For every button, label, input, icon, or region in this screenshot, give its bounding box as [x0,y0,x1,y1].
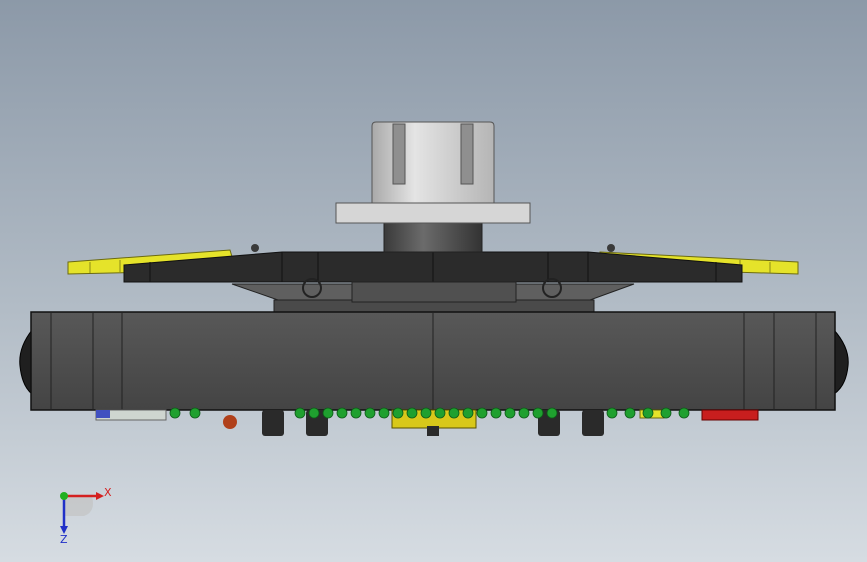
bead [448,407,460,419]
bead [642,407,654,419]
mount-bracket [231,278,635,313]
bead [336,407,348,419]
bead [546,407,558,419]
main-body [30,311,836,411]
left-wheel [19,328,33,396]
bead [462,407,474,419]
x-axis-arrowhead [96,492,104,500]
orientation-triad[interactable]: X Z [48,482,118,544]
bead [476,407,488,419]
bead [322,407,334,419]
bead [434,407,446,419]
x-axis-label: X [104,486,112,499]
bead [490,407,502,419]
bead [420,407,432,419]
bead [364,407,376,419]
bead [169,407,181,419]
y-axis-dot [60,492,68,500]
plate-screw-left [251,244,259,252]
bead [624,407,636,419]
bead [504,407,516,419]
bead [308,407,320,419]
bead [294,407,306,419]
bead [678,407,690,419]
plate-screw-right [607,244,615,252]
bead [378,407,390,419]
bead [518,407,530,419]
bead [606,407,618,419]
bead [532,407,544,419]
bead [189,407,201,419]
cad-viewport[interactable]: X Z [0,0,867,562]
bead [406,407,418,419]
bead [350,407,362,419]
bead [660,407,672,419]
bead [392,407,404,419]
z-axis-label: Z [60,533,68,544]
triad-plane [64,496,93,516]
spindle-column [335,121,531,253]
right-wheel [833,328,849,395]
assembly-model[interactable] [0,0,867,562]
